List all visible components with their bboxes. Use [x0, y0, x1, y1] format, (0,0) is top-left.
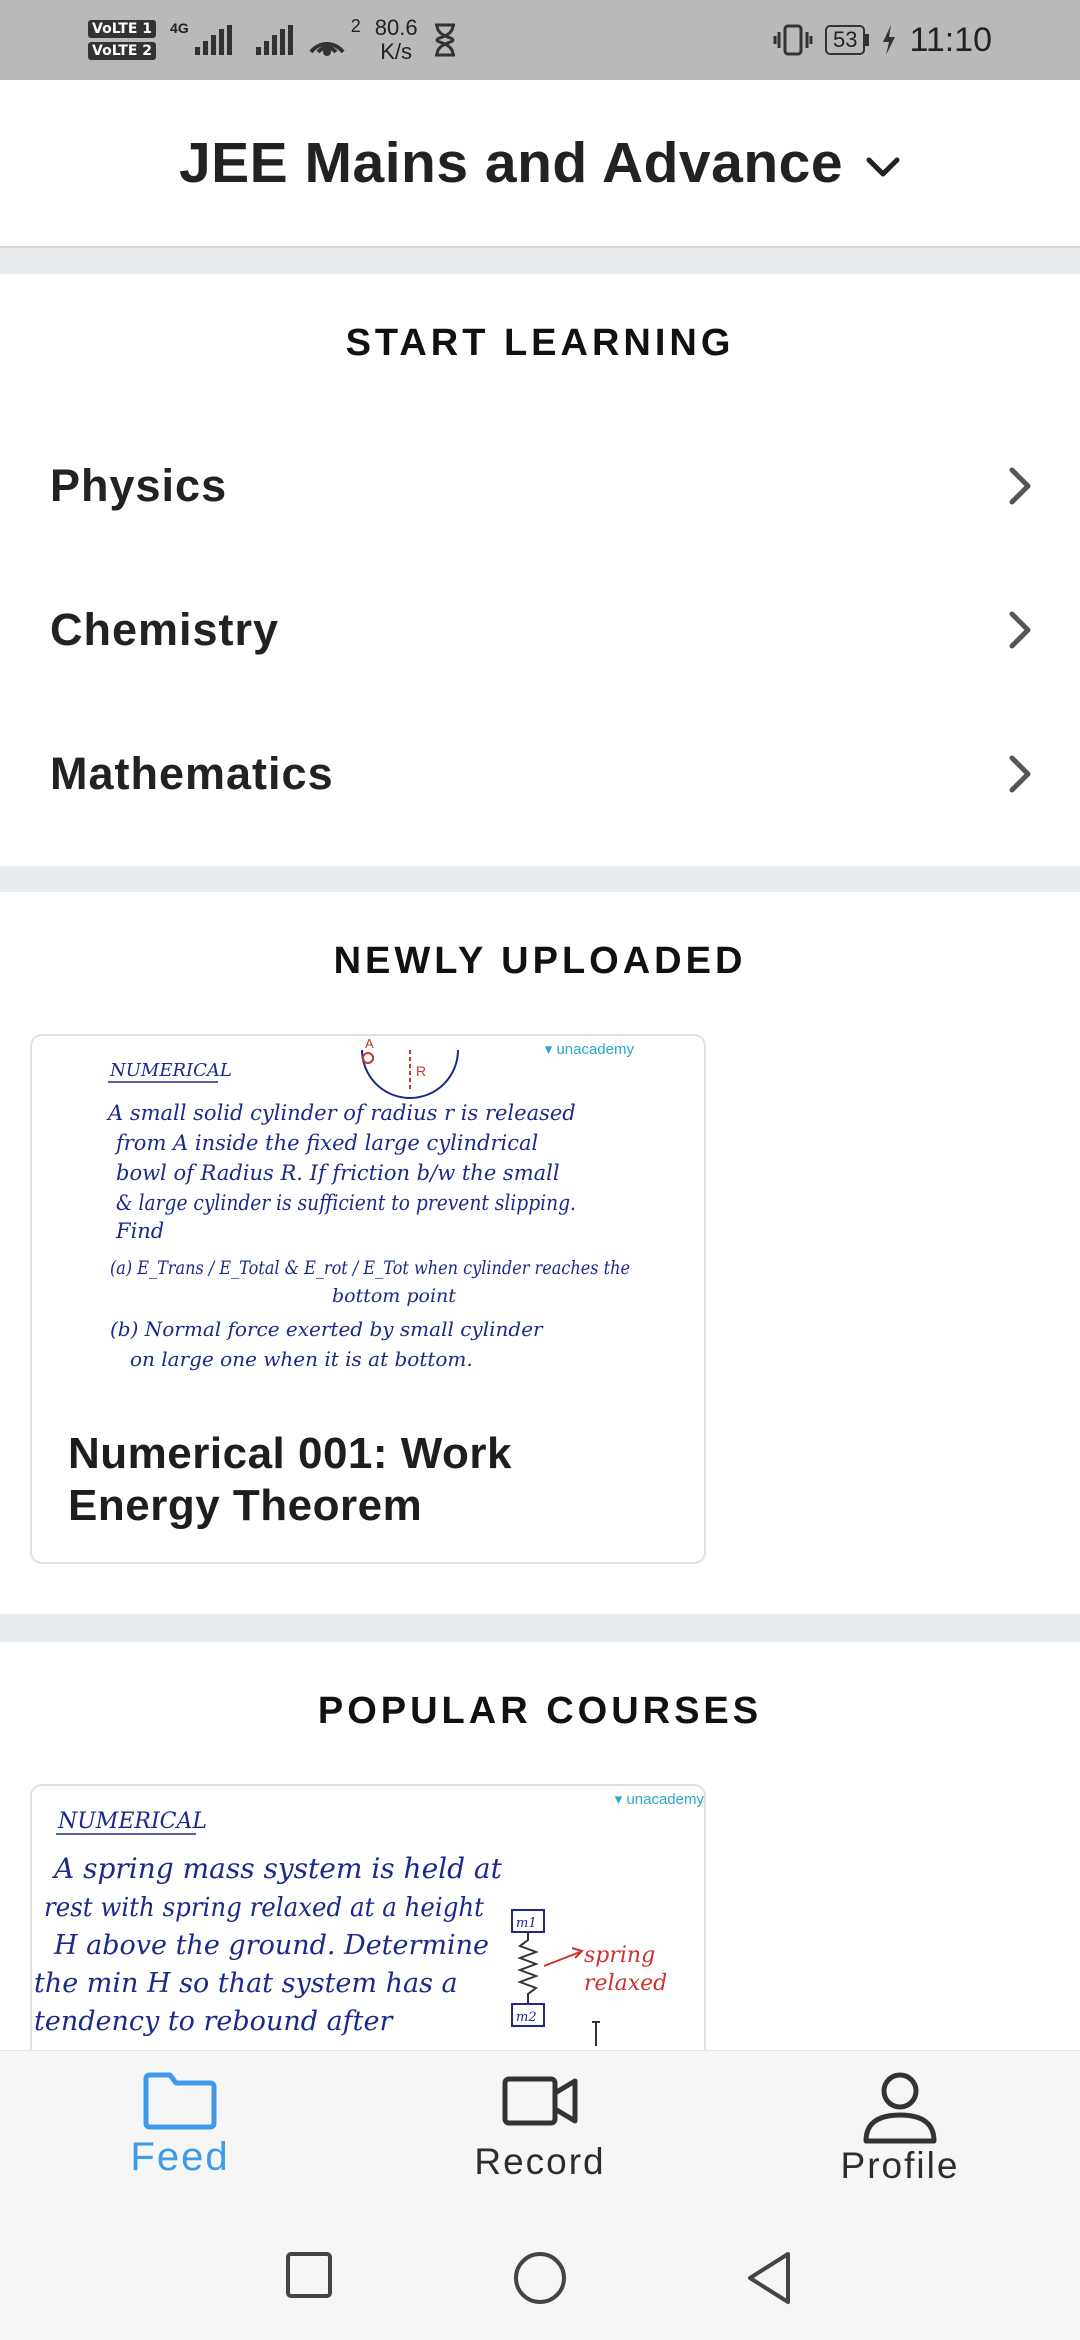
lesson-title: Numerical 001: Work Energy Theorem	[68, 1429, 512, 1530]
status-bar: VoLTE 1 VoLTE 2 4G 2 80.6 K/s 53 11:10	[0, 0, 1080, 80]
unacademy-icon: ▾	[544, 1041, 553, 1058]
bottom-navigation: Feed Record Profile	[0, 2050, 1080, 2220]
thumb-line: Find	[115, 1219, 164, 1243]
diagram-label-r: R	[416, 1063, 426, 1079]
nav-label: Record	[474, 2141, 606, 2182]
unacademy-brand-text: unacademy	[626, 1791, 704, 1808]
thumb-line: tendency to rebound after	[34, 2006, 395, 2037]
volte-indicators: VoLTE 1 VoLTE 2	[88, 20, 157, 60]
subject-label: Mathematics	[50, 748, 334, 799]
thumb-line: bottom point	[332, 1285, 456, 1307]
chevron-right-icon	[1009, 467, 1031, 505]
unacademy-logo: ▾ unacademy	[545, 1040, 634, 1058]
diagram-label-m1: m1	[516, 1916, 537, 1931]
thumb-line: from A inside the fixed large cylindrica…	[114, 1131, 538, 1155]
diagram-label-m2: m2	[516, 2010, 537, 2025]
subject-row-chemistry[interactable]: Chemistry	[0, 560, 1080, 700]
unacademy-brand-text: unacademy	[556, 1041, 634, 1058]
nav-label: Profile	[840, 2145, 960, 2186]
charging-icon	[883, 25, 896, 55]
diagram-label-relaxed: relaxed	[584, 1971, 667, 1996]
nav-item-feed[interactable]: Feed	[50, 2071, 310, 2211]
volte-2-icon: VoLTE 2	[88, 42, 157, 60]
clock: 11:10	[909, 20, 992, 59]
course-selector-title[interactable]: JEE Mains and Advance	[179, 130, 843, 196]
subject-label: Chemistry	[50, 604, 280, 655]
folder-icon	[143, 2072, 217, 2130]
thumb-line: A spring mass system is held at	[51, 1852, 503, 1885]
recent-apps-icon[interactable]	[284, 2250, 334, 2300]
chevron-right-icon	[1009, 611, 1031, 649]
hourglass-icon	[434, 23, 455, 57]
thumb-line: & large cylinder is sufficient to preven…	[116, 1191, 576, 1215]
signal-2-icon	[255, 25, 293, 55]
course-card[interactable]: NUMERICAL A spring mass system is held a…	[30, 1784, 706, 2084]
thumb-heading: NUMERICAL	[57, 1809, 207, 1834]
wifi-badge: 2	[350, 16, 361, 36]
unacademy-icon: ▾	[614, 1791, 623, 1808]
thumb-line: on large one when it is at bottom.	[130, 1347, 473, 1371]
home-icon[interactable]	[512, 2250, 568, 2306]
back-icon[interactable]	[744, 2250, 794, 2306]
diagram-label-spring: spring	[584, 1943, 655, 1968]
subject-row-physics[interactable]: Physics	[0, 416, 1080, 556]
start-learning-title: START LEARNING	[345, 322, 735, 364]
newly-uploaded-section: NEWLY UPLOADED A R NUMERICAL A small sol…	[0, 892, 1080, 1614]
chevron-right-icon	[1009, 755, 1031, 793]
unacademy-logo: ▾ unacademy	[615, 1790, 704, 1808]
nav-item-record[interactable]: Record	[410, 2071, 670, 2211]
nav-label: Feed	[130, 2135, 230, 2179]
nav-item-profile[interactable]: Profile	[770, 2071, 1030, 2211]
popular-courses-section: POPULAR COURSES NUMERICAL A spring mass …	[0, 1642, 1080, 2084]
start-learning-section: START LEARNING Physics Chemistry Mathema…	[0, 274, 1080, 866]
wifi-icon	[309, 42, 345, 56]
data-speed: 80.6 K/s	[374, 15, 418, 64]
network-type: 4G	[170, 20, 189, 36]
thumb-line: the min H so that system has a	[34, 1968, 458, 1999]
popular-courses-title: POPULAR COURSES	[317, 1690, 763, 1732]
chevron-down-icon[interactable]	[865, 156, 901, 180]
vibrate-icon	[773, 24, 813, 56]
person-icon	[863, 2072, 937, 2144]
subject-row-mathematics[interactable]: Mathematics	[0, 704, 1080, 844]
thumb-line: A small solid cylinder of radius r is re…	[106, 1101, 576, 1125]
thumb-line: rest with spring relaxed at a height	[44, 1893, 485, 1923]
video-camera-icon	[502, 2076, 578, 2126]
newly-uploaded-title: NEWLY UPLOADED	[333, 940, 747, 982]
volte-1-icon: VoLTE 1	[88, 20, 157, 38]
battery-icon: 53	[824, 25, 870, 55]
lesson-thumbnail: A R NUMERICAL A small solid cylinder of …	[32, 1036, 704, 1396]
app-header[interactable]: JEE Mains and Advance	[0, 80, 1080, 248]
thumb-line: (b) Normal force exerted by small cylind…	[110, 1317, 544, 1341]
signal-1-icon	[194, 25, 232, 55]
lesson-card[interactable]: A R NUMERICAL A small solid cylinder of …	[30, 1034, 706, 1564]
thumb-line: H above the ground. Determine	[53, 1930, 489, 1961]
system-navigation-bar	[0, 2220, 1080, 2340]
diagram-label-a: A	[365, 1036, 374, 1051]
course-thumbnail: NUMERICAL A spring mass system is held a…	[32, 1786, 704, 2084]
thumb-heading: NUMERICAL	[109, 1060, 232, 1081]
thumb-line: bowl of Radius R. If friction b/w the sm…	[116, 1161, 560, 1185]
thumb-line: (a) E_Trans / E_Total & E_rot / E_Tot wh…	[110, 1257, 630, 1279]
subject-label: Physics	[50, 460, 228, 511]
